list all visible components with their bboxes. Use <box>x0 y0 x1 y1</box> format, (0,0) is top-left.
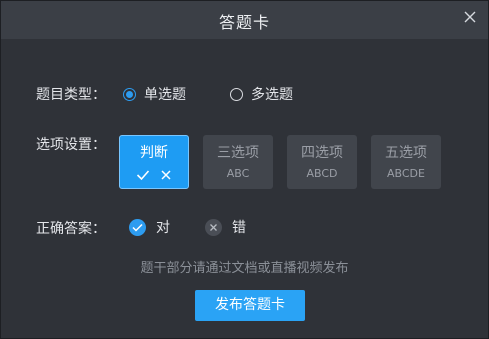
answer-true-option[interactable]: 对 <box>129 217 170 237</box>
check-circle-icon <box>129 218 146 236</box>
radio-single-choice-label: 单选题 <box>144 87 186 103</box>
cross-icon <box>160 166 172 185</box>
radio-single-choice[interactable]: 单选题 <box>123 84 186 104</box>
option-card-icons <box>120 166 188 185</box>
answer-true-label: 对 <box>156 220 170 236</box>
dialog-title: 答题卡 <box>218 13 270 32</box>
answer-false-label: 错 <box>232 220 246 236</box>
radio-multiple-choice[interactable]: 多选题 <box>230 84 293 104</box>
radio-checked-icon <box>123 87 136 101</box>
radio-multiple-choice-label: 多选题 <box>251 87 293 103</box>
option-card-subtitle: ABCDE <box>387 167 425 180</box>
option-card-title: 判断 <box>140 145 168 161</box>
answer-false-option[interactable]: 错 <box>205 217 246 237</box>
publish-answer-card-button[interactable]: 发布答题卡 <box>195 290 305 321</box>
option-card-subtitle: ABCD <box>306 167 338 180</box>
hint-text: 题干部分请通过文档或直播视频发布 <box>140 261 349 276</box>
radio-unchecked-icon <box>230 87 243 101</box>
option-card-title: 四选项 <box>301 145 343 161</box>
option-card-title: 五选项 <box>385 145 427 161</box>
question-type-label: 题目类型： <box>36 87 106 103</box>
option-card-subtitle: ABC <box>226 167 250 180</box>
option-card-three[interactable]: 三选项 ABC <box>203 135 273 189</box>
correct-answer-label: 正确答案： <box>36 221 106 237</box>
option-card-five[interactable]: 五选项 ABCDE <box>371 135 441 189</box>
option-card-true-false[interactable]: 判断 <box>119 135 189 189</box>
option-card-title: 三选项 <box>217 145 259 161</box>
option-settings-label: 选项设置： <box>36 137 106 153</box>
option-card-four[interactable]: 四选项 ABCD <box>287 135 357 189</box>
dialog-titlebar: 答题卡 <box>1 1 488 39</box>
close-icon[interactable] <box>462 9 478 25</box>
answer-card-dialog: 答题卡 题目类型： 单选题 多选题 选项设置： 判断 三选项 ABC 四选项 A… <box>0 0 489 339</box>
cross-circle-icon <box>205 218 222 236</box>
check-icon <box>136 166 150 185</box>
